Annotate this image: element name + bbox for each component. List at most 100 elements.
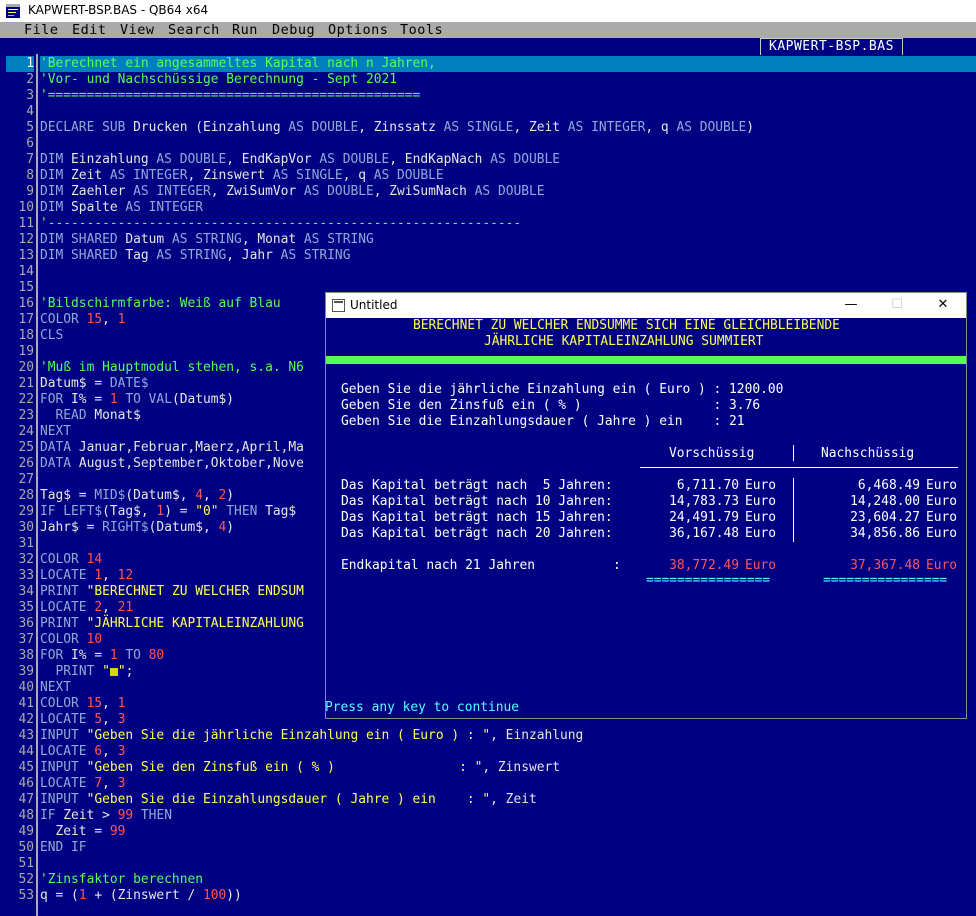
code-token: , — [102, 568, 118, 583]
menu-tools[interactable]: Tools — [400, 22, 443, 38]
code-token: Tag$ = — [40, 488, 95, 503]
close-button[interactable]: ✕ — [920, 293, 966, 318]
code-token: 3 — [117, 776, 126, 791]
endkapital-colon: : — [613, 558, 621, 573]
code-token: COLOR — [40, 312, 87, 327]
code-token: August,September,Oktober,Nove — [78, 456, 304, 471]
code-token: 1 — [109, 648, 118, 663]
code-line[interactable]: 'Zinsfaktor berechnen — [40, 872, 976, 888]
code-token: , — [102, 776, 118, 791]
code-token: ) — [226, 488, 235, 503]
line-number: 40 — [18, 680, 34, 695]
code-line[interactable]: LOCATE 6, 3 — [40, 744, 976, 760]
result-nach-value: 6,468.49 — [857, 478, 920, 493]
menu-search[interactable]: Search — [168, 22, 220, 38]
line-number: 8 — [26, 168, 34, 183]
code-token: Tag — [125, 248, 157, 263]
line-number: 10 — [18, 200, 34, 215]
output-window[interactable]: Untitled — ☐ ✕ BERECHNET ZU WELCHER ENDS… — [325, 292, 967, 719]
menu-edit[interactable]: Edit — [72, 22, 107, 38]
code-token: , ZwiSumNach — [373, 184, 475, 199]
code-token: 1 — [109, 392, 118, 407]
code-token: , Zinswert — [482, 760, 560, 775]
line-number: 39 — [18, 664, 34, 679]
line-number: 32 — [18, 552, 34, 567]
code-line[interactable]: INPUT "Geben Sie die Einzahlungsdauer ( … — [40, 792, 976, 808]
line-number: 2 — [26, 72, 34, 87]
window-title-bar: KAPWERT-BSP.BAS - QB64 x64 — [0, 0, 976, 22]
code-token: NEXT — [40, 424, 72, 439]
code-line[interactable]: DIM Zeit AS INTEGER, Zinswert AS SINGLE,… — [40, 168, 976, 184]
code-line[interactable]: '=======================================… — [40, 88, 976, 104]
code-token: TO — [117, 648, 149, 663]
header-divider — [793, 445, 794, 461]
code-token: AS STRING — [280, 248, 351, 263]
code-token: DECLARE SUB — [40, 120, 134, 135]
code-line[interactable]: DIM Einzahlung AS DOUBLE, EndKapVor AS D… — [40, 152, 976, 168]
code-token: TO — [117, 392, 149, 407]
code-line[interactable]: INPUT "Geben Sie den Zinsfuß ein ( % ) :… — [40, 760, 976, 776]
code-token: 2 — [94, 600, 103, 615]
line-number: 43 — [18, 728, 34, 743]
code-line[interactable]: q = (1 + (Zinswert / 100)) — [40, 888, 976, 904]
code-line[interactable]: DIM Zaehler AS INTEGER, ZwiSumVor AS DOU… — [40, 184, 976, 200]
code-token: , Jahr — [226, 248, 281, 263]
output-header-line-1: BERECHNET ZU WELCHER ENDSUMME SICH EINE … — [413, 318, 840, 333]
line-number: 31 — [18, 536, 34, 551]
code-line[interactable]: Zeit = 99 — [40, 824, 976, 840]
code-line[interactable]: 'Vor- und Nachschüssige Berechnung - Sep… — [40, 72, 976, 88]
code-line[interactable]: 'Berechnet ein angesammeltes Kapital nac… — [40, 56, 976, 72]
code-line[interactable]: DIM SHARED Tag AS STRING, Jahr AS STRING — [40, 248, 976, 264]
code-line[interactable]: '---------------------------------------… — [40, 216, 976, 232]
window-icon — [332, 299, 345, 312]
code-line[interactable]: LOCATE 7, 3 — [40, 776, 976, 792]
result-vor-value: 36,167.48 — [669, 526, 739, 541]
code-token: (Datum$) — [171, 392, 235, 407]
column-header-nachschuessig: Nachschüssig — [821, 446, 915, 461]
code-token: Spalte — [71, 200, 126, 215]
menu-run[interactable]: Run — [232, 22, 258, 38]
code-line[interactable]: INPUT "Geben Sie die jährliche Einzahlun… — [40, 728, 976, 744]
code-token: , Zinswert — [187, 168, 273, 183]
code-line[interactable]: DIM Spalte AS INTEGER — [40, 200, 976, 216]
code-token: AS DOUBLE — [474, 184, 545, 199]
code-token: , EndKapVor — [226, 152, 320, 167]
code-token: " — [102, 664, 110, 679]
code-line[interactable]: DECLARE SUB Drucken (Einzahlung AS DOUBL… — [40, 120, 976, 136]
code-line[interactable] — [40, 136, 976, 152]
code-line[interactable] — [40, 856, 976, 872]
endkapital-nach-currency: Euro — [926, 558, 958, 573]
menu-bar: File Edit View Search Run Debug Options … — [0, 22, 976, 38]
code-line[interactable] — [40, 104, 976, 120]
line-number: 33 — [18, 568, 34, 583]
line-number: 7 — [26, 152, 34, 167]
code-token: AS SINGLE — [272, 168, 343, 183]
menu-debug[interactable]: Debug — [272, 22, 315, 38]
line-number: 11 — [18, 216, 34, 231]
code-token: RIGHT$ — [102, 520, 149, 535]
code-line[interactable]: END IF — [40, 840, 976, 856]
menu-options[interactable]: Options — [328, 22, 388, 38]
line-number: 13 — [18, 248, 34, 263]
line-number: 38 — [18, 648, 34, 663]
code-line[interactable]: IF Zeit > 99 THEN — [40, 808, 976, 824]
code-token: , Zeit — [513, 120, 568, 135]
file-tab: KAPWERT-BSP.BAS — [760, 38, 903, 55]
menu-view[interactable]: View — [120, 22, 155, 38]
minimize-button[interactable]: — — [828, 293, 874, 318]
code-token: DATE$ — [109, 376, 149, 391]
maximize-button[interactable]: ☐ — [874, 293, 920, 318]
code-line[interactable]: DIM SHARED Datum AS STRING, Monat AS STR… — [40, 232, 976, 248]
menu-file[interactable]: File — [24, 22, 59, 38]
code-line[interactable] — [40, 264, 976, 280]
code-token: 21 — [117, 600, 134, 615]
code-token: Januar,Februar,Maerz,April,Ma — [78, 440, 304, 455]
code-token: INPUT — [40, 792, 87, 807]
result-vor-currency: Euro — [745, 526, 777, 541]
code-token: MID$ — [94, 488, 126, 503]
line-number: 34 — [18, 584, 34, 599]
code-token: END IF — [40, 840, 87, 855]
code-token: AS DOUBLE — [303, 184, 374, 199]
code-token: THEN — [133, 808, 172, 823]
